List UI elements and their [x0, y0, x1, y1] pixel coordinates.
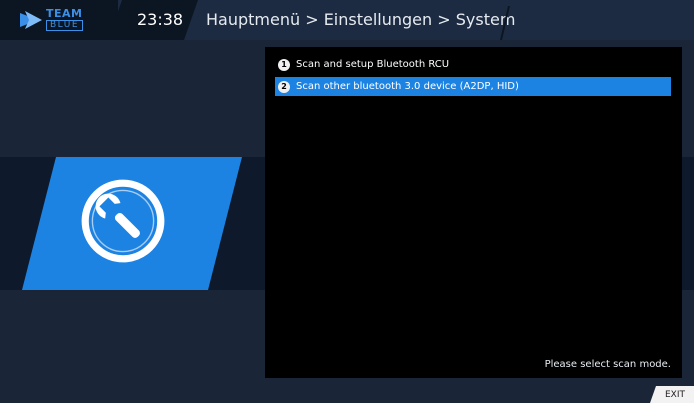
header-bar: TEAM BLUE 23:38 Hauptmenü > Einstellunge… — [0, 0, 694, 40]
wrench-settings-icon — [81, 179, 165, 263]
menu-item-scan-bluetooth-rcu[interactable]: 1 Scan and setup Bluetooth RCU — [275, 55, 671, 74]
menu-item-label: Scan and setup Bluetooth RCU — [296, 59, 450, 70]
menu-list: 1 Scan and setup Bluetooth RCU 2 Scan ot… — [265, 47, 682, 378]
logo-text: TEAM BLUE — [46, 7, 84, 31]
team-blue-logo-icon — [20, 11, 42, 29]
menu-item-label: Scan other bluetooth 3.0 device (A2DP, H… — [296, 81, 519, 92]
logo-line-1: TEAM — [46, 7, 83, 20]
number-badge: 1 — [278, 58, 290, 71]
menu-item-scan-other-bluetooth[interactable]: 2 Scan other bluetooth 3.0 device (A2DP,… — [275, 77, 671, 96]
number-badge: 2 — [278, 80, 290, 93]
breadcrumb: Hauptmenü > Einstellungen > System — [206, 10, 516, 29]
status-text: Please select scan mode. — [544, 359, 671, 370]
logo-line-2: BLUE — [46, 20, 84, 31]
screen: TEAM BLUE 23:38 Hauptmenü > Einstellunge… — [0, 0, 694, 403]
exit-label: EXIT — [665, 390, 686, 400]
clock: 23:38 — [137, 10, 184, 29]
